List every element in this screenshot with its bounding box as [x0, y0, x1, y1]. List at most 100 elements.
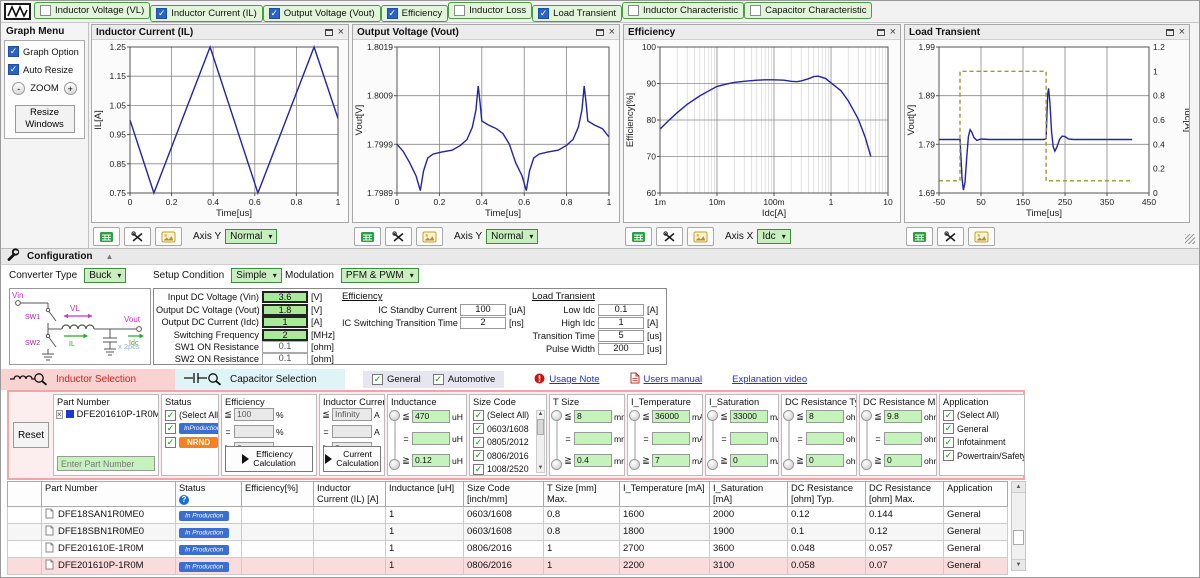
modulation-select[interactable]: PFM & PWM ▾ [341, 268, 419, 283]
param-input-ic-switching-transition-time[interactable]: 2 [460, 317, 506, 329]
slider-handle-max[interactable] [707, 410, 718, 421]
status-help-icon[interactable]: ? [179, 495, 189, 505]
filter-max-input[interactable]: 9.8 [884, 410, 922, 423]
export-data-button[interactable] [354, 227, 381, 246]
table-header-i-saturation-ma[interactable]: I_Saturation [mA] [710, 482, 788, 507]
resize-grip[interactable] [1185, 234, 1195, 244]
toolbar-toggle-output-voltage-vout[interactable]: ✓Output Voltage (Vout) [263, 5, 381, 22]
table-header-inductor-current-il-a[interactable]: Inductor Current (IL) [A] [314, 482, 386, 507]
filter-min-input[interactable]: 0 [730, 454, 768, 467]
filter-eq-input[interactable] [412, 432, 450, 445]
param-input-ic-standby-current[interactable]: 100 [460, 304, 506, 316]
users-manual-link[interactable]: Users manual [630, 372, 703, 387]
save-image-button[interactable] [416, 227, 443, 246]
list-scrollbar[interactable]: ▲▼ [536, 410, 545, 473]
zoom-out-button[interactable]: - [12, 82, 25, 95]
range-slider[interactable] [783, 410, 795, 470]
param-input-switching-frequency[interactable]: 2 [262, 329, 308, 341]
slider-handle-min[interactable] [707, 459, 718, 470]
param-input-output-dc-current-idc[interactable]: 1 [262, 316, 308, 328]
graph-tools-button[interactable] [385, 227, 412, 246]
param-input-pulse-width[interactable]: 200 [598, 343, 644, 355]
scroll-down-icon[interactable]: ▼ [1012, 559, 1025, 570]
filter-max-input[interactable]: 36000 [652, 410, 690, 423]
slider-handle-min[interactable] [629, 459, 640, 470]
filter-eq-input[interactable] [332, 425, 372, 438]
scroll-up-icon[interactable]: ▲ [537, 411, 544, 418]
axis-select[interactable]: Idc▾ [757, 229, 790, 244]
checkbox-icon[interactable]: ✓ [943, 423, 954, 434]
configuration-header[interactable]: Configuration ▲ [1, 248, 1199, 265]
slider-handle-max[interactable] [551, 410, 562, 421]
usage-note-link[interactable]: Usage Note [534, 373, 599, 387]
save-image-button[interactable] [155, 227, 182, 246]
save-image-button[interactable] [687, 227, 714, 246]
export-data-button[interactable] [906, 227, 933, 246]
filter-max-input[interactable]: Infinity [332, 408, 372, 421]
filter-max-input[interactable]: 8 [806, 410, 844, 423]
export-data-button[interactable] [93, 227, 120, 246]
filter-min-input[interactable]: 7 [652, 454, 690, 467]
reset-button[interactable]: Reset [13, 422, 49, 448]
close-icon[interactable]: × [609, 27, 615, 38]
axis-select[interactable]: Normal▾ [486, 229, 538, 244]
scroll-thumb[interactable] [537, 419, 544, 435]
range-slider[interactable] [707, 410, 719, 470]
remove-part-icon[interactable]: × [56, 410, 63, 419]
filter-eq-input[interactable] [234, 425, 274, 438]
table-header-dc-resistance-ohm-max[interactable]: DC Resistance [ohm] Max. [866, 482, 944, 507]
filter-check-general[interactable]: ✓General [943, 423, 1024, 434]
filter-eq-input[interactable] [884, 432, 922, 445]
tab-inductor-selection[interactable]: Inductor Selection [1, 369, 175, 390]
table-header-inductance-uh[interactable]: Inductance [uH] [386, 482, 464, 507]
range-slider[interactable] [861, 410, 873, 470]
slider-handle-max[interactable] [389, 410, 400, 421]
filter-min-input[interactable]: 0.12 [412, 454, 450, 467]
zoom-in-button[interactable]: + [64, 82, 77, 95]
checkbox-icon[interactable]: ✓ [387, 8, 398, 19]
toolbar-toggle-inductor-characteristic[interactable]: Inductor Characteristic [622, 2, 744, 19]
converter-type-select[interactable]: Buck ▾ [84, 268, 126, 283]
filter-eq-input[interactable] [806, 432, 844, 445]
slider-handle-max[interactable] [861, 410, 872, 421]
checkbox-icon[interactable]: ✓ [473, 450, 484, 461]
table-row[interactable]: DFE201610P-1R0MIn Production10806/201612… [8, 557, 1008, 574]
maximize-icon[interactable] [596, 29, 604, 36]
table-row[interactable]: DFE18SBN1R0ME0In Production10603/16080.8… [8, 523, 1008, 540]
resize-windows-button[interactable]: Resize Windows [15, 105, 75, 133]
checkbox-icon[interactable]: ✓ [269, 8, 280, 19]
general-checkbox[interactable]: ✓ General [372, 374, 421, 385]
filter-max-input[interactable]: 470 [412, 410, 450, 423]
checkbox-icon[interactable]: ✓ [8, 64, 19, 75]
checkbox-icon[interactable]: ✓ [473, 464, 484, 475]
slider-handle-max[interactable] [783, 410, 794, 421]
checkbox-icon[interactable]: ✓ [473, 410, 484, 421]
table-scrollbar[interactable]: ▲ ▼ [1011, 481, 1026, 571]
table-header-dc-resistance-ohm-typ[interactable]: DC Resistance [ohm] Typ. [788, 482, 866, 507]
toolbar-toggle-inductor-loss[interactable]: Inductor Loss [448, 2, 532, 19]
slider-handle-min[interactable] [551, 459, 562, 470]
filter-eq-input[interactable] [574, 432, 612, 445]
filter-eq-input[interactable] [730, 432, 768, 445]
table-header-efficiency[interactable]: Efficiency[%] [242, 482, 314, 507]
table-header-size-code-inch-mm[interactable]: Size Code [inch/mm] [464, 482, 544, 507]
table-row[interactable]: DFE18SAN1R0ME0In Production10603/16080.8… [8, 506, 1008, 523]
button-current-calculation[interactable]: CurrentCalculation [323, 446, 381, 472]
tab-capacitor-selection[interactable]: Capacitor Selection [175, 369, 345, 390]
slider-handle-min[interactable] [389, 459, 400, 470]
checkbox-icon[interactable]: ✓ [372, 374, 383, 385]
filter-check-select-all[interactable]: ✓(Select All) [165, 410, 218, 421]
table-header-part-number[interactable]: Part Number [42, 482, 176, 507]
checkbox-icon[interactable]: ✓ [473, 437, 484, 448]
toolbar-toggle-capacitor-characteristic[interactable]: Capacitor Characteristic [744, 2, 872, 19]
param-input-output-dc-voltage-vout[interactable]: 1.8 [262, 304, 308, 316]
close-icon[interactable]: × [338, 27, 344, 38]
setup-condition-select[interactable]: Simple ▾ [231, 268, 282, 283]
toolbar-toggle-efficiency[interactable]: ✓Efficiency [381, 5, 448, 22]
filter-check-infotainment[interactable]: ✓Infotainment [943, 437, 1024, 448]
save-image-button[interactable] [968, 227, 995, 246]
checkbox-icon[interactable]: ✓ [156, 8, 167, 19]
graph-tools-button[interactable] [124, 227, 151, 246]
checkbox-icon[interactable]: ✓ [538, 8, 549, 19]
table-header-i-temperature-ma[interactable]: I_Temperature [mA] [620, 482, 710, 507]
